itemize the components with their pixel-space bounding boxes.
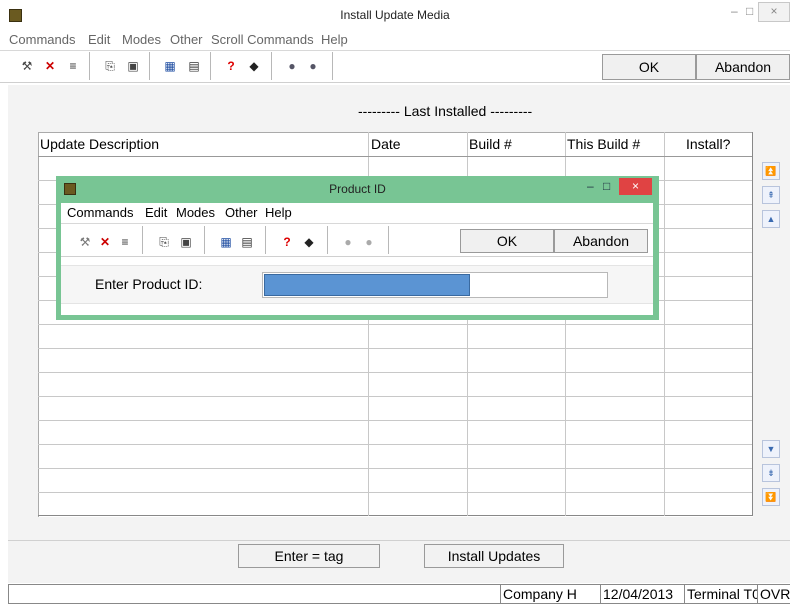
status-left xyxy=(8,584,501,604)
enter-tag-button[interactable]: Enter = tag xyxy=(238,544,380,568)
menu-bar: Commands Edit Modes Other Scroll Command… xyxy=(0,30,790,51)
dialog-maximize-icon[interactable]: □ xyxy=(603,179,610,193)
calculator-icon[interactable]: ▦ xyxy=(163,59,177,73)
status-mode: OVR xyxy=(757,584,790,604)
close-icon[interactable]: × xyxy=(758,2,790,22)
table-row[interactable] xyxy=(38,372,752,373)
dialog-globe-icon: ● xyxy=(344,235,352,249)
menu-edit[interactable]: Edit xyxy=(88,32,110,47)
cancel-icon[interactable]: ✕ xyxy=(43,59,57,73)
dialog-help-icon[interactable]: ? xyxy=(280,235,294,249)
dialog-cancel-icon[interactable]: ✕ xyxy=(98,235,112,249)
table-row[interactable] xyxy=(38,492,752,493)
globe-icon[interactable]: ● xyxy=(285,59,299,73)
scroll-down-icon[interactable]: ▼ xyxy=(762,440,780,458)
status-date: 12/04/2013 xyxy=(600,584,686,604)
column-header-description[interactable]: Update Description xyxy=(40,136,159,152)
table-row[interactable] xyxy=(38,324,752,325)
section-header: --------- Last Installed --------- xyxy=(358,103,533,119)
table-right-border xyxy=(752,132,753,516)
table-row[interactable] xyxy=(38,348,752,349)
menu-scroll-commands[interactable]: Scroll Commands xyxy=(211,32,314,47)
column-header-this-build[interactable]: This Build # xyxy=(567,136,640,152)
dialog-paste-icon[interactable]: ▣ xyxy=(179,235,193,249)
toolbar-separator xyxy=(332,52,333,80)
table-row[interactable] xyxy=(38,444,752,445)
table-bottom-border xyxy=(38,515,753,516)
toolbar-separator xyxy=(210,52,211,80)
dialog-globe-alt-icon: ● xyxy=(365,235,373,249)
dialog-toolbar-separator xyxy=(265,226,266,254)
list-icon[interactable]: ≡ xyxy=(66,59,80,73)
header-divider xyxy=(38,156,752,157)
dialog-abandon-button[interactable]: Abandon xyxy=(554,229,648,253)
menu-commands[interactable]: Commands xyxy=(9,32,75,47)
dialog-calculator-icon[interactable]: ▦ xyxy=(219,235,233,249)
product-id-label: Enter Product ID: xyxy=(95,276,203,292)
manual-icon[interactable]: ◆ xyxy=(247,59,261,73)
tools-icon[interactable]: ⚒ xyxy=(20,59,34,73)
dialog-toolbar-separator xyxy=(142,226,143,254)
page-up-icon[interactable]: ⇞ xyxy=(762,186,780,204)
scroll-up-icon[interactable]: ▲ xyxy=(762,210,780,228)
page-down-icon[interactable]: ⇟ xyxy=(762,464,780,482)
scroll-bottom-icon[interactable]: ⏬ xyxy=(762,488,780,506)
title-bar: Install Update Media – □ × xyxy=(0,0,790,31)
dialog-copy-icon[interactable]: ⎘ xyxy=(157,235,171,249)
dialog-menu-modes[interactable]: Modes xyxy=(176,205,215,220)
minimize-icon[interactable]: – xyxy=(731,4,738,18)
dialog-menu-edit[interactable]: Edit xyxy=(145,205,167,220)
column-header-build[interactable]: Build # xyxy=(469,136,512,152)
status-terminal: Terminal T000 xyxy=(684,584,761,604)
dialog-menu-help[interactable]: Help xyxy=(265,205,292,220)
dialog-menu-other[interactable]: Other xyxy=(225,205,258,220)
abandon-button[interactable]: Abandon xyxy=(696,54,790,80)
status-company: Company H xyxy=(500,584,602,604)
dialog-close-icon[interactable]: × xyxy=(619,178,652,195)
dialog-menu-bar: Commands Edit Modes Other Help xyxy=(61,203,653,224)
install-updates-button[interactable]: Install Updates xyxy=(424,544,564,568)
dialog-manual-icon[interactable]: ◆ xyxy=(302,235,316,249)
help-icon[interactable]: ? xyxy=(224,59,238,73)
toolbar-separator xyxy=(89,52,90,80)
table-row[interactable] xyxy=(38,396,752,397)
table-row[interactable] xyxy=(38,420,752,421)
dialog-toolbar-separator xyxy=(204,226,205,254)
menu-help[interactable]: Help xyxy=(321,32,348,47)
globe-alt-icon[interactable]: ● xyxy=(306,59,320,73)
dialog-ok-button[interactable]: OK xyxy=(460,229,554,253)
dialog-minimize-icon[interactable]: – xyxy=(587,179,594,193)
column-header-install[interactable]: Install? xyxy=(686,136,730,152)
table-row[interactable] xyxy=(38,468,752,469)
toolbar-separator xyxy=(271,52,272,80)
window-title: Install Update Media xyxy=(340,8,450,22)
paste-icon[interactable]: ▣ xyxy=(126,59,140,73)
ok-button[interactable]: OK xyxy=(602,54,696,80)
dialog-list-icon[interactable]: ≡ xyxy=(118,235,132,249)
dialog-toolbar-separator xyxy=(327,226,328,254)
maximize-icon[interactable]: □ xyxy=(746,4,753,18)
scroll-top-icon[interactable]: ⏫ xyxy=(762,162,780,180)
column-header-date[interactable]: Date xyxy=(371,136,401,152)
copy-icon[interactable]: ⎘ xyxy=(103,59,117,73)
calendar-icon[interactable]: ▤ xyxy=(187,59,201,73)
product-id-selection xyxy=(264,274,470,296)
menu-modes[interactable]: Modes xyxy=(122,32,161,47)
dialog-menu-commands[interactable]: Commands xyxy=(67,205,133,220)
toolbar-separator xyxy=(149,52,150,80)
dialog-toolbar-separator xyxy=(388,226,389,254)
menu-other[interactable]: Other xyxy=(170,32,203,47)
dialog-tools-icon[interactable]: ⚒ xyxy=(78,235,92,249)
button-area xyxy=(8,540,790,583)
dialog-calendar-icon[interactable]: ▤ xyxy=(240,235,254,249)
product-id-input[interactable] xyxy=(262,272,608,298)
dialog-title: Product ID xyxy=(329,182,386,196)
